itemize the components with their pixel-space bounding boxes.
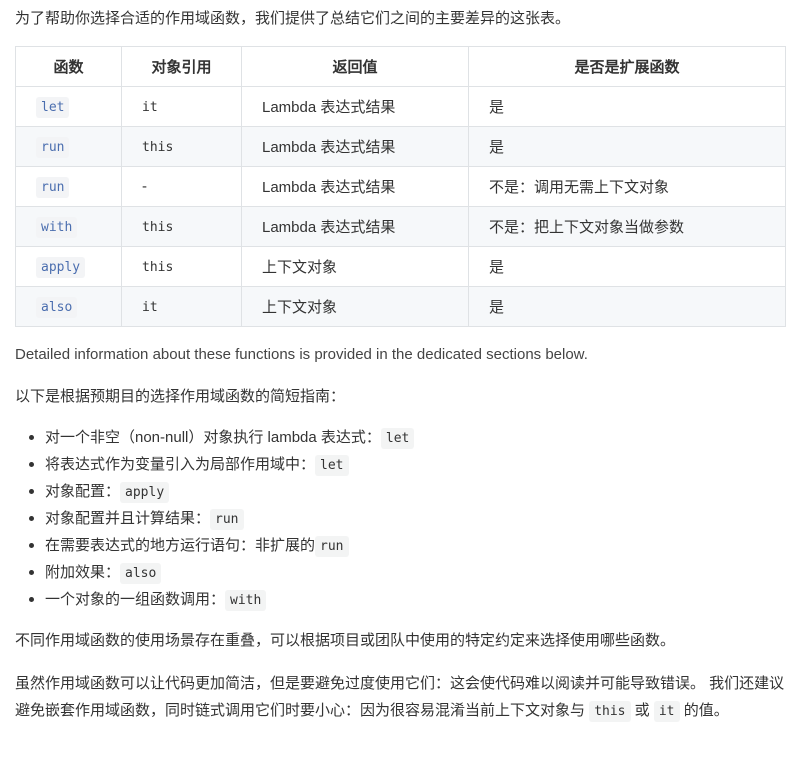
list-item-code: with — [225, 590, 267, 611]
cell-return-value: 上下文对象 — [241, 246, 469, 287]
cell-return-value: Lambda 表达式结果 — [241, 206, 469, 247]
table-row: also it 上下文对象 是 — [15, 286, 786, 327]
cell-is-extension: 是 — [468, 246, 786, 287]
list-item: 对象配置并且计算结果： run — [28, 505, 414, 532]
table-row: with this Lambda 表达式结果 不是：把上下文对象当做参数 — [15, 206, 786, 247]
cell-object-reference: it — [121, 286, 242, 327]
function-name-code: run — [36, 137, 70, 158]
cell-object-reference: this — [121, 206, 242, 247]
table-header-row: 函数 对象引用 返回值 是否是扩展函数 — [15, 46, 786, 87]
object-reference-code: it — [142, 300, 158, 315]
list-item: 将表达式作为变量引入为局部作用域中： let — [28, 451, 414, 478]
header-function: 函数 — [15, 46, 122, 87]
cell-function: with — [15, 206, 122, 247]
list-item: 在需要表达式的地方运行语句：非扩展的 run — [28, 532, 414, 559]
function-name-code: with — [36, 217, 78, 238]
detail-paragraph: Detailed information about these functio… — [15, 346, 588, 363]
list-item-text: 将表达式作为变量引入为局部作用域中： — [45, 456, 316, 473]
cell-is-extension: 是 — [468, 86, 786, 127]
cell-function: apply — [15, 246, 122, 287]
object-reference-code: this — [142, 140, 174, 155]
list-item: 对一个非空（non-null）对象执行 lambda 表达式： let — [28, 424, 415, 451]
overlap-paragraph: 不同作用域函数的使用场景存在重叠，可以根据项目或团队中使用的特定约定来选择使用哪… — [15, 632, 676, 649]
cell-is-extension: 不是：把上下文对象当做参数 — [468, 206, 786, 247]
table-row: run - Lambda 表达式结果 不是：调用无需上下文对象 — [15, 166, 786, 207]
caution-paragraph: 虽然作用域函数可以让代码更加简洁，但是要避免过度使用它们：这会使代码难以阅读并可… — [15, 670, 787, 725]
list-item-code: run — [210, 509, 244, 530]
list-item-code: also — [120, 563, 162, 584]
table-row: let it Lambda 表达式结果 是 — [15, 86, 786, 127]
cell-object-reference: this — [121, 246, 242, 287]
table-row: apply this 上下文对象 是 — [15, 246, 786, 287]
list-item-code: let — [315, 455, 349, 476]
list-item-text: 对象配置并且计算结果： — [45, 510, 211, 527]
table-row: run this Lambda 表达式结果 是 — [15, 126, 786, 167]
list-item: 对象配置： apply — [28, 478, 414, 505]
cell-is-extension: 不是：调用无需上下文对象 — [468, 166, 786, 207]
list-item-text: 附加效果： — [45, 564, 121, 581]
caution-text-end: 的值。 — [683, 702, 729, 719]
list-item-text: 一个对象的一组函数调用： — [45, 591, 226, 608]
function-name-code: run — [36, 177, 70, 198]
cell-function: also — [15, 286, 122, 327]
cell-return-value: Lambda 表达式结果 — [241, 126, 469, 167]
cell-object-reference: - — [121, 166, 242, 207]
object-reference-code: it — [142, 100, 158, 115]
object-reference-code: this — [142, 260, 174, 275]
scope-functions-table: 函数 对象引用 返回值 是否是扩展函数 let it Lambda 表达式结果 … — [15, 46, 786, 327]
guide-list: 对一个非空（non-null）对象执行 lambda 表达式： let 将表达式作… — [15, 424, 415, 613]
cell-is-extension: 是 — [468, 126, 786, 167]
header-return-value: 返回值 — [241, 46, 469, 87]
guide-intro-paragraph: 以下是根据预期目的选择作用域函数的简短指南： — [15, 388, 346, 405]
object-reference-code: this — [142, 220, 174, 235]
caution-text-or: 或 — [634, 702, 650, 719]
cell-object-reference: it — [121, 86, 242, 127]
intro-paragraph: 为了帮助你选择合适的作用域函数，我们提供了总结它们之间的主要差异的这张表。 — [15, 10, 571, 27]
header-is-extension: 是否是扩展函数 — [468, 46, 786, 87]
list-item-code: run — [315, 536, 349, 557]
cell-function: run — [15, 166, 122, 207]
function-name-code: also — [36, 297, 78, 318]
it-code: it — [653, 701, 680, 722]
list-item: 一个对象的一组函数调用： with — [28, 586, 414, 613]
list-item-text: 在需要表达式的地方运行语句：非扩展的 — [45, 537, 316, 554]
cell-function: run — [15, 126, 122, 167]
function-name-code: let — [36, 97, 70, 118]
this-code: this — [589, 701, 631, 722]
cell-object-reference: this — [121, 126, 242, 167]
list-item: 附加效果： also — [28, 559, 414, 586]
list-item-text: 对象配置： — [45, 483, 121, 500]
list-item-code: apply — [120, 482, 170, 503]
cell-return-value: 上下文对象 — [241, 286, 469, 327]
list-item-code: let — [380, 428, 415, 449]
function-name-code: apply — [36, 257, 86, 278]
cell-return-value: Lambda 表达式结果 — [241, 86, 469, 127]
cell-is-extension: 是 — [468, 286, 786, 327]
header-object-reference: 对象引用 — [121, 46, 242, 87]
list-item-text: 对一个非空（non-null）对象执行 lambda 表达式： — [45, 429, 381, 446]
cell-return-value: Lambda 表达式结果 — [241, 166, 469, 207]
cell-function: let — [15, 86, 122, 127]
